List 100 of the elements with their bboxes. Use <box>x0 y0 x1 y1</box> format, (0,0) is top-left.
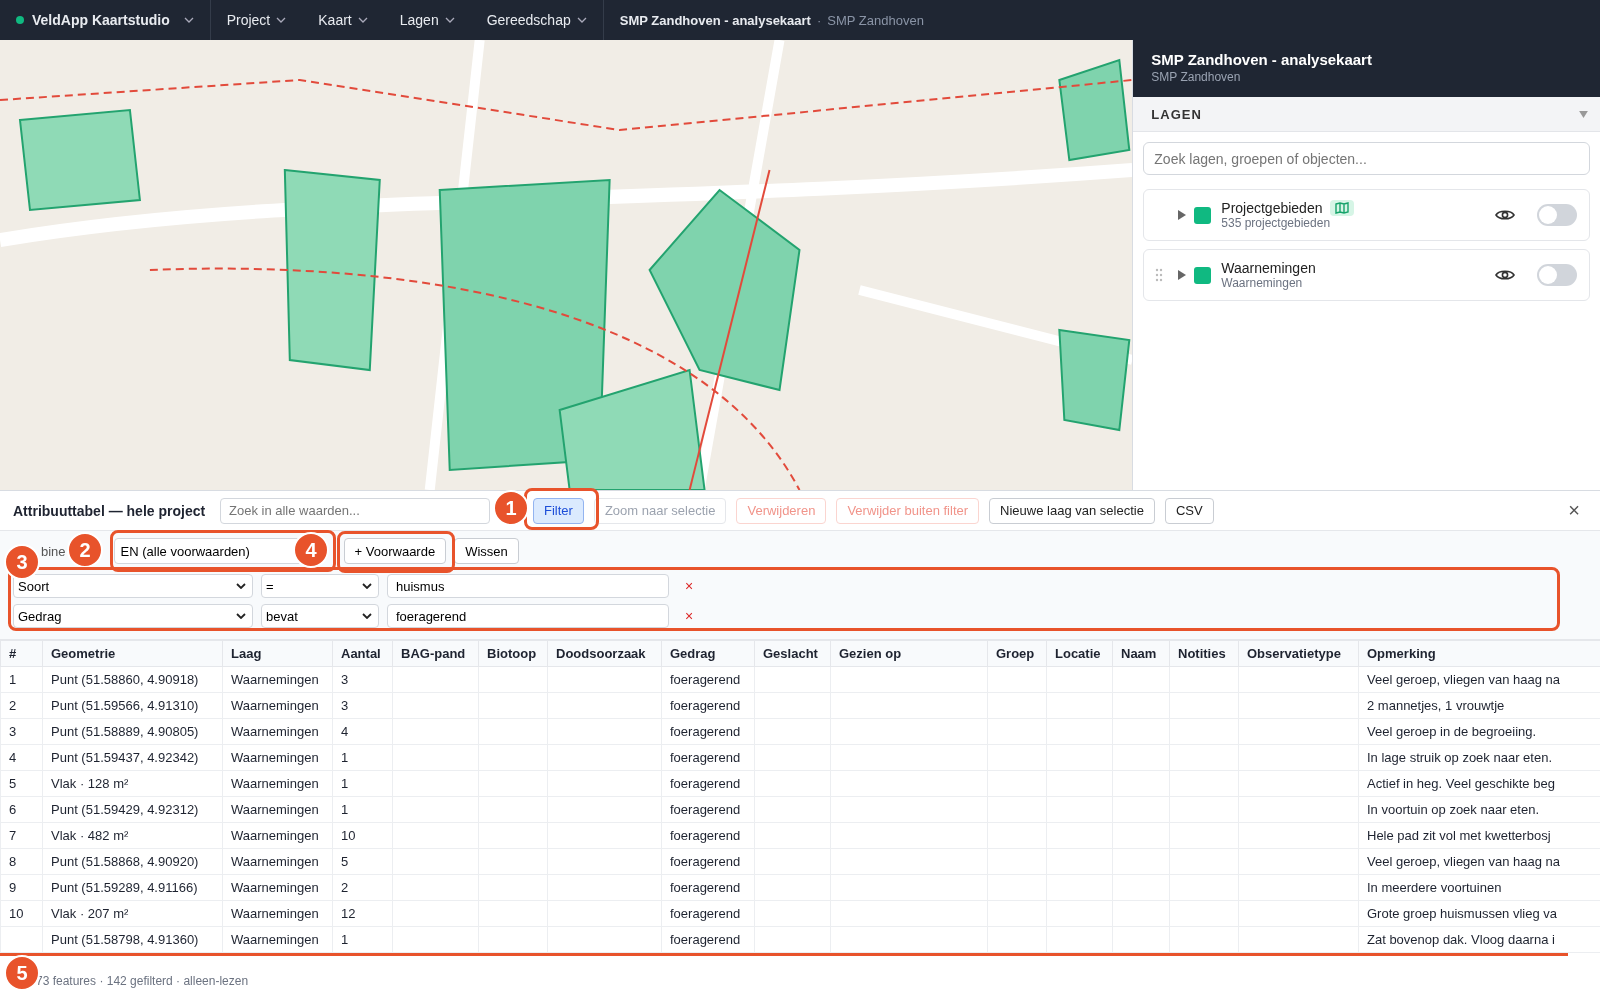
layer-card[interactable]: Projectgebieden 535 projectgebieden <box>1143 189 1590 241</box>
table-cell: Waarnemingen <box>231 854 319 869</box>
menu-button[interactable]: Project <box>210 0 303 40</box>
column-header[interactable]: BAG-pand <box>392 640 479 667</box>
column-header[interactable]: Gedrag <box>661 640 755 667</box>
value-field[interactable]: huismus <box>387 574 669 598</box>
table-cell: foeragerend <box>670 932 741 947</box>
table-cell: 1 <box>341 802 349 817</box>
layer-name: Waarnemingen <box>1221 260 1316 276</box>
remove-button[interactable]: × <box>677 578 702 594</box>
field-dropdown[interactable]: Soort <box>13 574 253 598</box>
table-cell: In meerdere voortuinen <box>1367 880 1502 895</box>
table-cell: 4 <box>341 724 349 739</box>
table-cell: 1 <box>341 932 349 947</box>
status-dot-icon <box>16 16 24 24</box>
caret-icon <box>183 17 194 23</box>
table-cell: 3 <box>341 698 349 713</box>
menu-button[interactable]: Kaart <box>302 0 384 40</box>
table-cell: 6 <box>9 802 17 817</box>
table-cell: Actief in heg. Veel geschikte beg <box>1367 776 1555 791</box>
column-header[interactable]: Gezien op <box>830 640 988 667</box>
column-header[interactable]: Opmerking <box>1358 640 1600 667</box>
toolbar-button[interactable]: Nieuwe laag van selectie <box>989 497 1155 524</box>
section-title: LAGEN <box>1151 106 1202 122</box>
table-cell: 5 <box>341 854 349 869</box>
panel-subtitle: SMP Zandhoven <box>1151 70 1242 84</box>
table-cell: Waarnemingen <box>231 672 319 687</box>
table-cell: Punt (51.58860, 4.90918) <box>51 672 199 687</box>
project-subtitle: SMP Zandhoven <box>827 12 924 28</box>
value-field[interactable]: foeragerend <box>387 604 669 628</box>
table-cell: 3 <box>9 724 17 739</box>
table-cell: 2 mannetjes, 1 vrouwtje <box>1367 698 1505 713</box>
operator-dropdown[interactable]: = <box>261 574 379 598</box>
toggle-switch[interactable] <box>1537 204 1577 226</box>
table-cell: Waarnemingen <box>231 698 319 713</box>
table-cell: Vlak · 128 m² <box>51 776 129 791</box>
column-header[interactable]: Observatietype <box>1238 640 1359 667</box>
toolbar-button[interactable]: Filter <box>533 497 584 524</box>
table-cell: 10 <box>9 906 24 921</box>
column-header[interactable]: Locatie <box>1046 640 1113 667</box>
callout-badge: 1 <box>493 490 529 526</box>
layer-subtitle: 535 projectgebieden <box>1221 216 1332 230</box>
table-cell: foeragerend <box>670 906 741 921</box>
table-cell: Punt (51.59429, 4.92312) <box>51 802 199 817</box>
chevron-icon <box>362 583 372 589</box>
column-header[interactable]: Aantal <box>332 640 393 667</box>
chevron-icon <box>236 613 246 619</box>
column-header[interactable]: Biotoop <box>478 640 548 667</box>
table-cell: Punt (51.59566, 4.91310) <box>51 698 199 713</box>
table-cell: 2 <box>9 698 17 713</box>
search-field[interactable]: Zoek in alle waarden... <box>220 497 490 524</box>
column-header[interactable]: Naam <box>1112 640 1170 667</box>
column-header[interactable]: Doodsoorzaak <box>547 640 662 667</box>
column-header[interactable]: Geometrie <box>42 640 223 667</box>
table-cell: Veel geroep in de begroeiing. <box>1367 724 1537 739</box>
eye-icon[interactable] <box>1495 268 1515 282</box>
eye-icon[interactable] <box>1495 208 1515 222</box>
search-field[interactable]: Zoek lagen, groepen of objecten... <box>1143 142 1590 175</box>
field-dropdown[interactable]: Gedrag <box>13 604 253 628</box>
table-cell: foeragerend <box>670 672 741 687</box>
table-cell: foeragerend <box>670 854 741 869</box>
table-cell: Veel geroep, vliegen van haag na <box>1367 854 1560 869</box>
column-header[interactable]: Geslacht <box>754 640 831 667</box>
table-cell: 5 <box>9 776 17 791</box>
close-button[interactable]: × <box>1560 499 1588 522</box>
table-cell: 2 <box>341 880 349 895</box>
column-header[interactable]: # <box>0 640 43 667</box>
table-cell: 7 <box>9 828 17 843</box>
toggle-switch[interactable] <box>1537 264 1577 286</box>
table-cell: Hele pad zit vol met kwetterbosj <box>1367 828 1551 843</box>
expand-icon[interactable] <box>1178 210 1187 220</box>
caret-icon <box>576 17 587 23</box>
table-cell: 9 <box>9 880 17 895</box>
table-cell: Waarnemingen <box>231 802 319 817</box>
remove-button[interactable]: × <box>677 608 702 624</box>
table-cell: Waarnemingen <box>231 880 319 895</box>
menu-button[interactable]: Lagen <box>383 0 471 40</box>
collapse-icon[interactable] <box>1579 110 1588 118</box>
table-cell: Punt (51.58798, 4.91360) <box>51 932 199 947</box>
table-cell: foeragerend <box>670 802 741 817</box>
table-cell: Waarnemingen <box>231 932 319 947</box>
clear-button[interactable]: Wissen <box>454 538 519 564</box>
caret-icon <box>444 17 455 23</box>
column-header[interactable]: Groep <box>987 640 1047 667</box>
add-condition-button[interactable]: + Voorwaarde <box>343 538 447 564</box>
table-cell: Waarnemingen <box>231 724 319 739</box>
column-header[interactable]: Notities <box>1169 640 1239 667</box>
table-cell: Waarnemingen <box>231 776 319 791</box>
operator-dropdown[interactable]: bevat <box>261 604 379 628</box>
expand-icon[interactable] <box>1178 270 1187 280</box>
column-header[interactable]: Laag <box>222 640 333 667</box>
table-cell: 1 <box>341 750 349 765</box>
project-title: SMP Zandhoven - analysekaart <box>619 12 811 28</box>
layer-card[interactable]: Waarnemingen Waarnemingen <box>1143 249 1590 301</box>
caret-icon <box>357 17 368 23</box>
separator: · <box>816 12 822 28</box>
table-cell: foeragerend <box>670 828 741 843</box>
drag-handle-icon[interactable] <box>1155 268 1164 282</box>
table-cell: 3 <box>341 672 349 687</box>
toolbar-button[interactable]: CSV <box>1164 497 1214 524</box>
